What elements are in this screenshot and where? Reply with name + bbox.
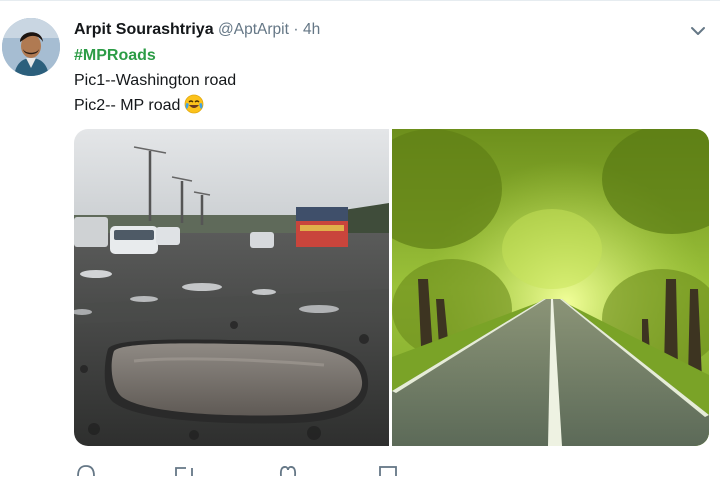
message-icon[interactable]	[378, 463, 398, 481]
tweet-header: Arpit Sourashtriya @AptArpit · 4h	[74, 19, 320, 41]
avatar[interactable]	[2, 18, 60, 76]
hashtag-link[interactable]: #MPRoads	[74, 47, 156, 64]
tweet-line-1: Pic1--Washington road	[74, 72, 237, 89]
author-handle[interactable]: @AptArpit	[218, 21, 289, 38]
photo-washington-road[interactable]	[74, 129, 389, 446]
tweet-timestamp[interactable]: 4h	[303, 21, 320, 38]
tweet-text: #MPRoads Pic1--Washington road Pic2-- MP…	[74, 43, 236, 122]
retweet-icon[interactable]	[174, 463, 196, 481]
separator-dot: ·	[293, 21, 299, 38]
tweet-actions	[74, 459, 474, 478]
tweet-line-2: Pic2-- MP road	[74, 97, 181, 114]
like-icon[interactable]	[278, 463, 298, 481]
face-with-tears-of-joy-icon	[184, 94, 204, 122]
media-grid	[74, 129, 709, 446]
author-name[interactable]: Arpit Sourashtriya	[74, 21, 214, 38]
photo-mp-road[interactable]	[362, 129, 709, 446]
reply-icon[interactable]	[76, 463, 96, 481]
pothole-road-photo	[74, 129, 389, 446]
avatar-image	[2, 18, 60, 76]
tweet-card[interactable]: Arpit Sourashtriya @AptArpit · 4h #MPRoa…	[0, 0, 720, 478]
tree-lined-road-photo	[362, 129, 709, 446]
chevron-down-icon[interactable]	[689, 24, 707, 38]
